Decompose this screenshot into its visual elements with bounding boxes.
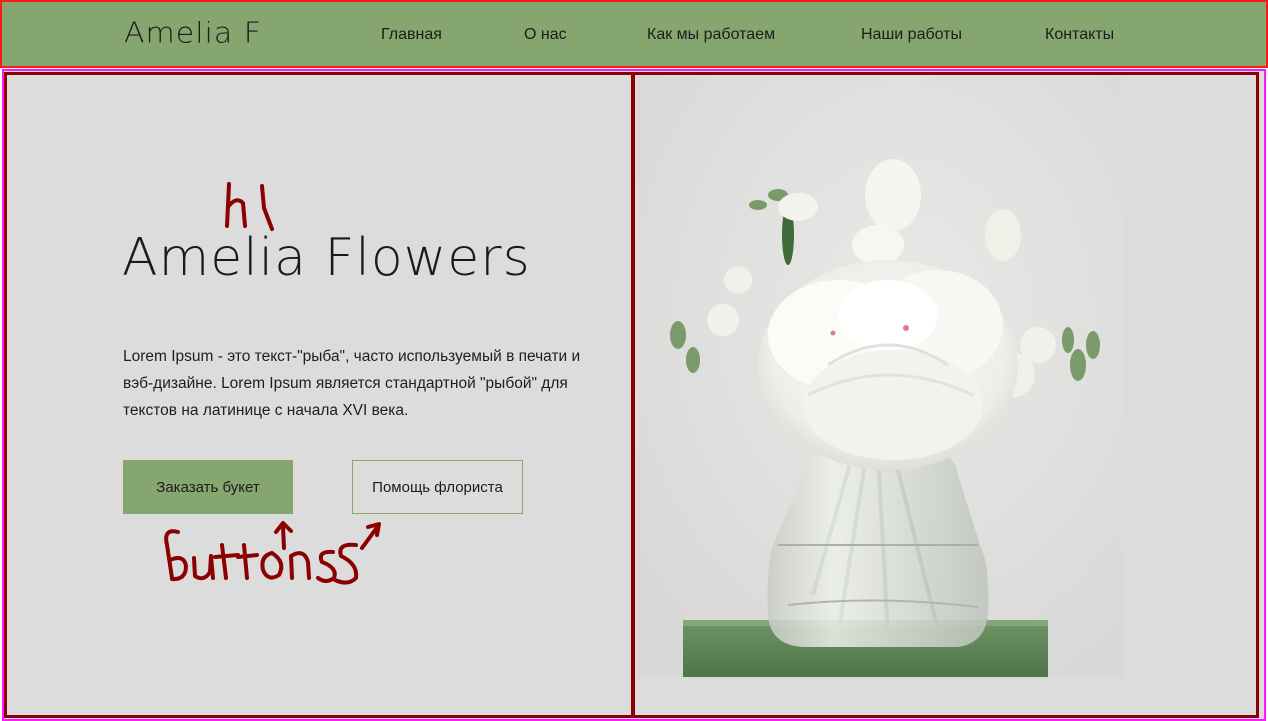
site-logo[interactable]: Amelia F bbox=[124, 17, 262, 50]
nav-item-about[interactable]: О нас bbox=[524, 26, 567, 44]
order-bouquet-button[interactable]: Заказать букет bbox=[123, 460, 293, 514]
hero-image bbox=[638, 75, 1123, 677]
peony-flower bbox=[758, 260, 1018, 470]
nav-item-how-we-work[interactable]: Как мы работаем bbox=[647, 26, 775, 44]
nav-item-home[interactable]: Главная bbox=[381, 26, 442, 44]
florist-help-button[interactable]: Помощь флориста bbox=[352, 460, 523, 514]
site-header: Amelia F Главная О нас Как мы работаем Н… bbox=[0, 0, 1268, 68]
glass-vase bbox=[767, 455, 989, 647]
nav-item-our-works[interactable]: Наши работы bbox=[861, 26, 962, 44]
hero-title: Amelia Flowers bbox=[122, 228, 531, 288]
hero-image-panel bbox=[632, 72, 1259, 718]
hero-description: Lorem Ipsum - это текст-"рыба", часто ис… bbox=[123, 348, 581, 419]
nav-item-contacts[interactable]: Контакты bbox=[1045, 26, 1114, 44]
